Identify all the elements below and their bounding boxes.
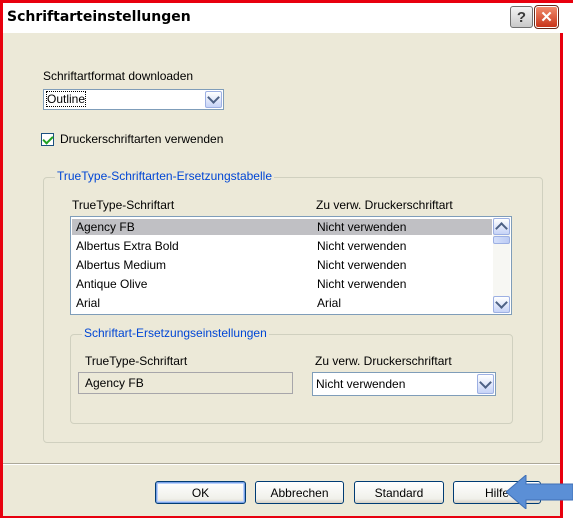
download-format-label: Schriftartformat downloaden bbox=[43, 69, 194, 83]
row-printer: Nicht verwenden bbox=[317, 277, 407, 291]
scroll-down-button[interactable] bbox=[493, 296, 510, 313]
title-bar: Schriftarteinstellungen ? ✕ bbox=[0, 0, 573, 33]
table-row[interactable]: Albertus Extra Bold Nicht verwenden bbox=[72, 238, 492, 254]
row-printer: Nicht verwenden bbox=[317, 258, 407, 272]
font-substitution-list[interactable]: Agency FB Nicht verwenden Albertus Extra… bbox=[70, 216, 512, 315]
truetype-font-field: Agency FB bbox=[78, 372, 293, 394]
printer-font-dropdown-button[interactable] bbox=[477, 374, 494, 394]
printer-fonts-checkbox[interactable] bbox=[41, 133, 54, 146]
table-row[interactable]: Antique Olive Nicht verwenden bbox=[72, 276, 492, 292]
table-row[interactable]: Arial Arial bbox=[72, 295, 492, 311]
substitution-table-title: TrueType-Schriftarten-Ersetzungstabelle bbox=[55, 169, 274, 183]
download-format-value: Outline bbox=[45, 91, 87, 107]
close-button[interactable]: ✕ bbox=[534, 5, 559, 29]
ok-button[interactable]: OK bbox=[155, 481, 246, 504]
check-icon bbox=[42, 133, 54, 145]
arrow-left-icon bbox=[506, 475, 573, 509]
scroll-thumb[interactable] bbox=[493, 236, 510, 244]
col-header-printer: Zu verw. Druckerschriftart bbox=[316, 198, 453, 212]
footer-separator bbox=[3, 463, 560, 465]
chevron-up-icon bbox=[495, 222, 508, 235]
table-row[interactable]: Albertus Medium Nicht verwenden bbox=[72, 257, 492, 273]
row-truetype: Antique Olive bbox=[76, 277, 148, 291]
chevron-down-icon bbox=[479, 375, 492, 389]
row-truetype: Arial bbox=[76, 296, 101, 310]
substitution-settings-title: Schriftart-Ersetzungseinstellungen bbox=[82, 326, 269, 340]
chevron-down-icon bbox=[207, 91, 220, 104]
close-icon: ✕ bbox=[540, 9, 553, 26]
ok-label: OK bbox=[191, 485, 210, 500]
question-icon: ? bbox=[516, 8, 527, 26]
standard-label: Standard bbox=[374, 485, 424, 500]
row-truetype: Albertus Extra Bold bbox=[76, 239, 179, 253]
truetype-font-value: Agency FB bbox=[85, 376, 144, 390]
help-title-button[interactable]: ? bbox=[510, 6, 533, 28]
printer-font-value: Nicht verwenden bbox=[316, 377, 406, 391]
list-scrollbar[interactable] bbox=[493, 218, 510, 313]
table-row[interactable]: Agency FB Nicht verwenden bbox=[72, 219, 492, 235]
col-header-truetype: TrueType-Schriftart bbox=[72, 198, 175, 212]
row-truetype: Agency FB bbox=[76, 220, 135, 234]
cancel-label: Abbrechen bbox=[270, 485, 329, 500]
row-printer: Nicht verwenden bbox=[317, 239, 407, 253]
chevron-down-icon bbox=[495, 296, 508, 309]
printer-font-label: Zu verw. Druckerschriftart bbox=[315, 354, 452, 368]
window-title: Schriftarteinstellungen bbox=[7, 9, 191, 25]
truetype-font-label: TrueType-Schriftart bbox=[85, 354, 188, 368]
row-truetype: Albertus Medium bbox=[76, 258, 167, 272]
row-printer: Nicht verwenden bbox=[317, 220, 407, 234]
download-format-dropdown-button[interactable] bbox=[205, 91, 222, 108]
download-format-select[interactable]: Outline bbox=[43, 89, 224, 110]
row-printer: Arial bbox=[317, 296, 342, 310]
standard-button[interactable]: Standard bbox=[354, 481, 444, 504]
scroll-up-button[interactable] bbox=[493, 218, 510, 235]
printer-font-select[interactable]: Nicht verwenden bbox=[312, 372, 496, 396]
cancel-button[interactable]: Abbrechen bbox=[255, 481, 344, 504]
printer-fonts-label: Druckerschriftarten verwenden bbox=[60, 132, 224, 146]
